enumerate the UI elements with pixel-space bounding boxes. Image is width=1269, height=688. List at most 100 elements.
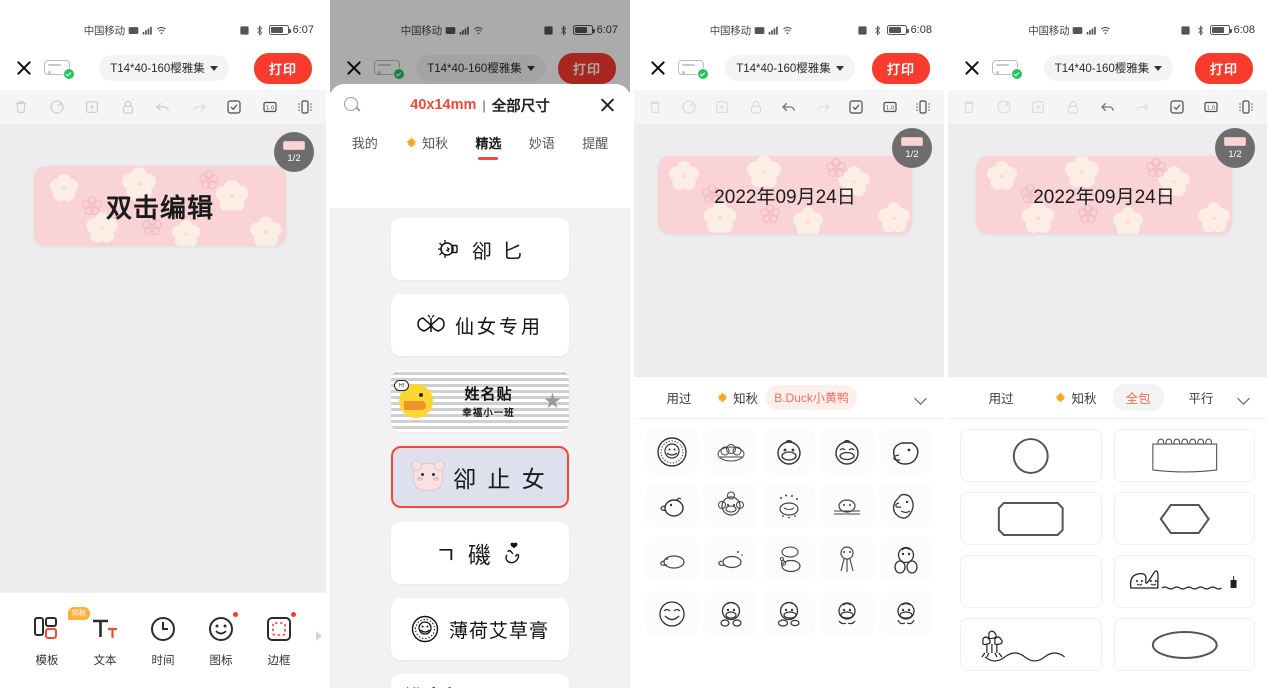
two-kids-line-frame[interactable]	[1113, 555, 1255, 608]
duck-sleep-icon[interactable]	[821, 483, 874, 528]
model-selector[interactable]: T14*40-160樱雅集	[725, 55, 855, 81]
redo-icon[interactable]	[1133, 98, 1151, 116]
rotate-icon[interactable]	[48, 98, 66, 116]
tab-used[interactable]: 用过	[964, 388, 1038, 407]
printer-status-icon[interactable]	[44, 57, 75, 80]
tab-full-wrap[interactable]: 全包	[1112, 384, 1164, 411]
page-badge[interactable]: 1/2	[1215, 128, 1255, 168]
undo-icon[interactable]	[780, 98, 798, 116]
template-item[interactable]: HI 姓名贴 幸福小一班	[391, 370, 569, 432]
duck-lay-icon[interactable]	[646, 537, 699, 582]
label-object[interactable]: 2022年09月24日	[658, 156, 912, 234]
label-object[interactable]: 2022年09月24日	[976, 156, 1232, 234]
printer-status-icon[interactable]	[678, 57, 709, 80]
close-button[interactable]	[14, 58, 34, 78]
duck-side-icon[interactable]	[879, 429, 932, 474]
duck-grin-icon[interactable]	[821, 591, 874, 636]
icon-grid[interactable]	[634, 419, 944, 646]
duck-crowd-icon[interactable]	[704, 429, 757, 474]
lock-icon[interactable]	[1064, 98, 1082, 116]
template-item[interactable]: 薄荷艾草膏	[391, 598, 569, 660]
blank-frame[interactable]	[960, 555, 1102, 608]
duplicate-icon[interactable]	[83, 98, 101, 116]
lock-icon[interactable]	[119, 98, 137, 116]
trash-icon[interactable]	[646, 98, 664, 116]
printer-status-icon[interactable]	[992, 57, 1023, 80]
scale-icon[interactable]: 1.0	[881, 98, 899, 116]
page-badge[interactable]: 1/2	[274, 132, 314, 172]
redo-icon[interactable]	[814, 98, 832, 116]
duck-laugh-icon[interactable]	[646, 591, 699, 636]
kids-wave-frame[interactable]	[960, 618, 1102, 671]
mirror-icon[interactable]	[1237, 98, 1255, 116]
dock-item-frame[interactable]: 边框	[250, 611, 308, 668]
duck-sit-icon[interactable]	[879, 483, 932, 528]
duck-dream-icon[interactable]	[762, 537, 816, 582]
close-sheet-button[interactable]	[599, 97, 616, 114]
ellipse-frame[interactable]	[1113, 618, 1255, 671]
duplicate-icon[interactable]	[1029, 98, 1047, 116]
print-button[interactable]: 打印	[1194, 52, 1253, 84]
dock-item-template[interactable]: 知秋 模板	[18, 606, 90, 668]
duck-hug-icon[interactable]	[879, 537, 932, 582]
tab-zhiqiu[interactable]: 知秋	[1038, 388, 1112, 407]
tab-mine[interactable]: 我的	[352, 133, 378, 158]
tab-used[interactable]: 用过	[650, 388, 708, 407]
mirror-icon[interactable]	[914, 98, 932, 116]
model-selector[interactable]: T14*40-160樱雅集	[99, 55, 229, 81]
circle-frame[interactable]	[960, 429, 1102, 482]
editor-canvas[interactable]: 2022年09月24日 1/2	[634, 124, 944, 376]
close-button[interactable]	[648, 58, 668, 78]
rotate-icon[interactable]	[995, 98, 1013, 116]
editor-canvas[interactable]: 双击编辑 1/2	[0, 124, 326, 592]
undo-icon[interactable]	[1099, 98, 1117, 116]
redo-icon[interactable]	[190, 98, 208, 116]
dock-item-icon[interactable]: 图标	[192, 611, 250, 668]
tab-parallel[interactable]: 平行	[1164, 388, 1238, 407]
tab-zhiqiu[interactable]: 知秋	[708, 388, 766, 407]
duck-bouquet-icon[interactable]	[821, 537, 874, 582]
label-object[interactable]: 双击编辑	[34, 166, 286, 246]
duplicate-icon[interactable]	[713, 98, 731, 116]
notepad-frame[interactable]	[1113, 429, 1255, 482]
print-button[interactable]: 打印	[253, 52, 312, 84]
duck-seal-icon[interactable]	[646, 429, 699, 474]
template-item-selected[interactable]: 卻 止 女	[391, 446, 569, 508]
duck-sparkle-icon[interactable]	[762, 483, 816, 528]
select-all-icon[interactable]	[847, 98, 865, 116]
tab-featured[interactable]: 精选	[475, 133, 501, 158]
undo-icon[interactable]	[154, 98, 172, 116]
tab-phrases[interactable]: 妙语	[529, 133, 555, 158]
trash-icon[interactable]	[12, 98, 30, 116]
chevron-down-icon[interactable]	[915, 391, 928, 404]
model-selector[interactable]: T14*40-160樱雅集	[1043, 55, 1174, 81]
template-item[interactable]: 浴室灯 BATHROOM LAMP	[391, 674, 569, 688]
close-button[interactable]	[962, 58, 982, 78]
page-badge[interactable]: 1/2	[892, 128, 932, 168]
duck-face-icon[interactable]	[762, 429, 816, 474]
dock-item-time[interactable]: 时间	[134, 614, 192, 668]
hexagon-frame[interactable]	[1113, 492, 1255, 545]
duck-flower-icon[interactable]	[704, 483, 757, 528]
scrim-overlay[interactable]	[330, 0, 630, 92]
select-all-icon[interactable]	[225, 98, 243, 116]
select-all-icon[interactable]	[1168, 98, 1186, 116]
cut-corner-frame[interactable]	[960, 492, 1102, 545]
size-filter[interactable]: 40x14mm | 全部尺寸	[371, 95, 589, 116]
frame-grid[interactable]	[948, 419, 1267, 681]
duck-chick-icon[interactable]	[646, 483, 699, 528]
dock-scroll-arrow-icon[interactable]	[316, 631, 322, 641]
tab-bduck[interactable]: B.Duck小黄鸭	[766, 385, 857, 410]
chevron-down-icon[interactable]	[1238, 391, 1251, 404]
template-item[interactable]: 卻 匕	[391, 218, 569, 280]
search-icon[interactable]	[344, 96, 361, 114]
editor-canvas[interactable]: 2022年09月24日 1/2	[948, 124, 1267, 376]
template-item[interactable]: 仙女专用	[391, 294, 569, 356]
scale-icon[interactable]: 1.0	[261, 98, 279, 116]
print-button[interactable]: 打印	[871, 52, 930, 84]
tab-zhiqiu[interactable]: 知秋	[405, 133, 448, 158]
duck-smile-icon[interactable]	[821, 429, 874, 474]
tab-reminder[interactable]: 提醒	[582, 133, 608, 158]
mirror-icon[interactable]	[296, 98, 314, 116]
lock-icon[interactable]	[747, 98, 765, 116]
